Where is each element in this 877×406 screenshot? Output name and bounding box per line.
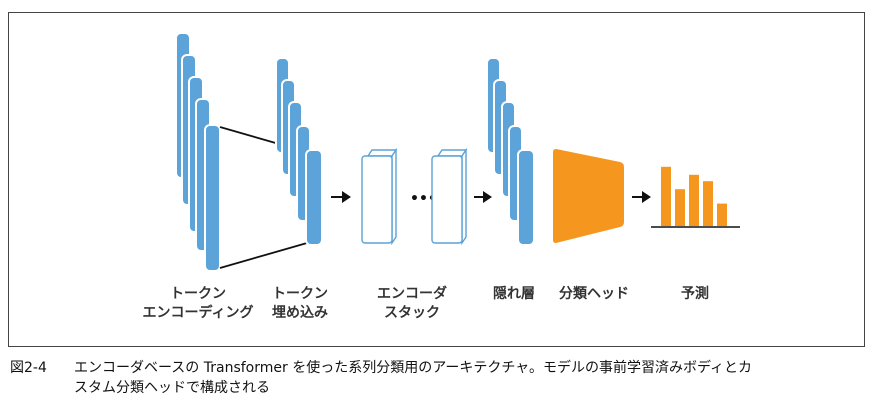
hidden-states-stack bbox=[486, 57, 535, 246]
caption-line-1: エンコーダベースの Transformer を使った系列分類用のアーキテクチャ。… bbox=[74, 360, 752, 376]
arrow-3 bbox=[632, 191, 651, 203]
arrow-1 bbox=[331, 191, 351, 203]
classification-head-shape bbox=[553, 149, 624, 243]
prediction-bar bbox=[703, 181, 713, 226]
prediction-bar bbox=[717, 203, 727, 226]
label-token-encoding: トークン エンコーディング bbox=[142, 286, 254, 321]
token-encoding-stack bbox=[175, 32, 221, 272]
label-predictions: 予測 bbox=[681, 286, 709, 302]
arrow-2 bbox=[474, 191, 492, 203]
label-token-embedding: トークン 埋め込み bbox=[272, 286, 328, 321]
prediction-bar bbox=[661, 166, 671, 226]
label-hidden-states: 隠れ層 bbox=[493, 286, 535, 302]
prediction-bars bbox=[661, 166, 727, 226]
prediction-bar bbox=[675, 189, 685, 226]
caption-line-2: スタム分類ヘッドで構成される bbox=[74, 380, 270, 396]
projection-line-bottom bbox=[219, 242, 308, 269]
label-encoder-stack: エンコーダ スタック bbox=[377, 286, 447, 321]
prediction-bar bbox=[689, 174, 699, 226]
figure-number: 図2-4 bbox=[10, 360, 47, 376]
token-embedding-stack bbox=[275, 57, 323, 246]
encoder-block-2 bbox=[431, 147, 468, 246]
label-classification-head: 分類ヘッド bbox=[559, 286, 629, 302]
figure-caption: 図2-4 エンコーダベースの Transformer を使った系列分類用のアーキテ… bbox=[10, 358, 752, 398]
encoder-block-1 bbox=[361, 147, 398, 246]
